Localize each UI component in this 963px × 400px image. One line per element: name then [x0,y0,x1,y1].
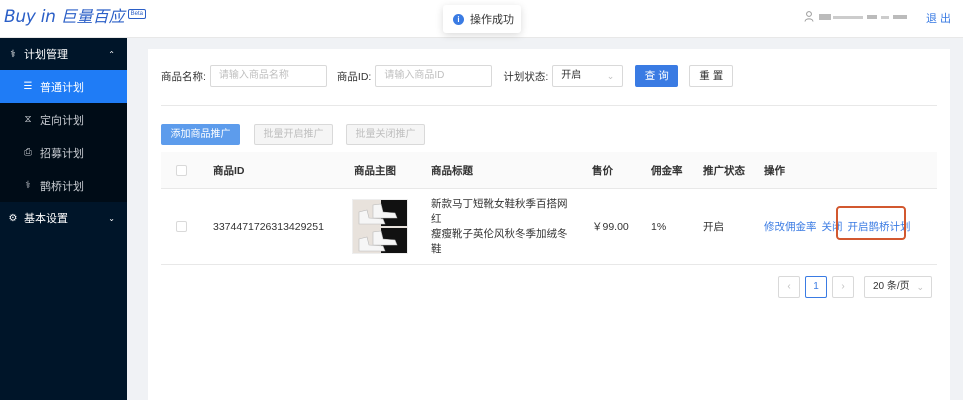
prev-page-button[interactable]: ‹ [778,276,800,298]
user-area[interactable] [804,11,909,22]
product-title-cell: 新款马丁短靴女鞋秋季百搭网红 瘦瘦靴子英伦风秋冬季加绒冬鞋 [431,189,571,264]
info-icon: i [453,13,464,25]
success-toast: i 操作成功 [443,5,521,33]
product-name-input[interactable]: 请输入商品名称 [209,65,327,87]
edit-commission-link[interactable]: 修改佣金率 [764,219,817,234]
plan-icon: ⚕ [10,48,16,60]
sidebar-item-label: 招募计划 [40,147,84,160]
chevron-down-icon: ⌄ [108,213,115,223]
page-1-button[interactable]: 1 [805,276,827,298]
logout-link[interactable]: 退 出 [926,10,951,26]
chevron-down-icon: ⌄ [606,71,615,81]
product-price: ￥99.00 [592,221,629,233]
hourglass-icon: ⧖ [24,114,32,125]
col-header-status: 推广状态 [703,164,745,177]
main-content: 商品名称: 请输入商品名称 商品ID: 请输入商品ID 计划状态: 开启 ⌄ 查… [148,49,950,400]
action-bar: 添加商品推广 批量开启推广 批量关闭推广 [161,124,425,145]
logo-chinese: 巨量百应 [60,7,125,26]
product-title-line2: 瘦瘦靴子英伦风秋冬季加绒冬鞋 [431,227,568,255]
sidebar-item-targeted-plan[interactable]: ⧖ 定向计划 [0,103,127,136]
page-size-value: 20 条/页 [873,281,910,292]
table-row: 3374471726313429251 新款马丁短靴女鞋秋季百搭网红 瘦瘦靴子英… [161,189,937,265]
sidebar-item-bridge-plan[interactable]: ⚕ 鹊桥计划 [0,169,127,202]
blurred-username [819,13,907,20]
product-title-line1: 新款马丁短靴女鞋秋季百搭网红 [431,197,568,225]
next-page-button[interactable]: › [832,276,854,298]
row-select-cell [176,189,187,264]
add-product-button[interactable]: 添加商品推广 [161,124,240,145]
user-icon [804,11,814,22]
list-icon: ☰ [23,81,33,92]
plan-status-label: 计划状态: [503,70,549,83]
filter-bar: 商品名称: 请输入商品名称 商品ID: 请输入商品ID 计划状态: 开启 ⌄ 查… [161,65,734,87]
toast-message: 操作成功 [470,14,514,26]
sidebar-item-label: 鹊桥计划 [40,180,84,193]
boots-image [353,200,407,253]
product-name-label: 商品名称: [161,70,206,83]
gear-icon: ⚙ [8,212,18,224]
product-title: 新款马丁短靴女鞋秋季百搭网红 瘦瘦靴子英伦风秋冬季加绒冬鞋 [431,197,571,257]
menu-group-label: 基本设置 [24,213,68,225]
sidebar-item-recruit-plan[interactable]: ⎙ 招募计划 [0,136,127,169]
select-all-cell [176,152,187,188]
col-header-title: 商品标题 [431,164,473,177]
batch-close-button[interactable]: 批量关闭推广 [346,124,425,145]
beta-badge: Beta [127,9,146,19]
sidebar-item-normal-plan[interactable]: ☰ 普通计划 [0,70,127,103]
chevron-up-icon: ⌃ [108,49,115,59]
col-header-actions: 操作 [764,164,785,177]
reset-button[interactable]: 重 置 [689,65,734,87]
batch-open-button[interactable]: 批量开启推广 [254,124,333,145]
search-button[interactable]: 查 询 [635,65,679,87]
plan-submenu: ☰ 普通计划 ⧖ 定向计划 ⎙ 招募计划 ⚕ 鹊桥计划 [0,70,127,202]
sidebar: ⚕ 计划管理 ⌃ ☰ 普通计划 ⧖ 定向计划 ⎙ 招募计划 ⚕ 鹊桥计划 ⚙ 基… [0,38,127,400]
highlight-annotation [836,206,906,240]
product-id: 3374471726313429251 [213,220,324,233]
chevron-down-icon: ⌄ [916,282,924,292]
promotion-status: 开启 [703,221,724,233]
logo-english: Buy in [4,7,56,27]
plan-status-value: 开启 [561,70,582,81]
sidebar-item-label: 普通计划 [40,81,84,94]
sidebar-item-label: 定向计划 [40,114,84,127]
menu-group-settings[interactable]: ⚙ 基本设置 ⌄ [0,202,127,234]
product-image-cell [352,189,408,264]
product-table: 商品ID 商品主图 商品标题 售价 佣金率 推广状态 操作 3374471726… [161,152,937,265]
table-header: 商品ID 商品主图 商品标题 售价 佣金率 推广状态 操作 [161,152,937,189]
plan-status-select[interactable]: 开启 ⌄ [552,65,624,87]
bridge-icon: ⚕ [25,180,31,191]
col-header-commission: 佣金率 [651,164,683,177]
product-id-input[interactable]: 请输入商品ID [375,65,493,87]
menu-group-label: 计划管理 [24,49,68,61]
product-commission: 1% [651,220,667,233]
row-checkbox[interactable] [176,221,187,232]
col-header-image: 商品主图 [354,164,396,177]
page-size-select[interactable]: 20 条/页 ⌄ [864,276,932,298]
pagination: ‹ 1 › 20 条/页 ⌄ [778,276,932,298]
menu-group-plan[interactable]: ⚕ 计划管理 ⌃ [0,38,127,70]
col-header-price: 售价 [592,164,613,177]
col-header-id: 商品ID [213,164,245,177]
recruit-icon: ⎙ [24,147,32,158]
select-all-checkbox[interactable] [176,164,187,176]
product-image[interactable] [352,199,408,254]
product-id-label: 商品ID: [336,70,372,83]
divider [161,105,937,106]
app-logo[interactable]: Buy in 巨量百应 Beta [4,7,146,29]
